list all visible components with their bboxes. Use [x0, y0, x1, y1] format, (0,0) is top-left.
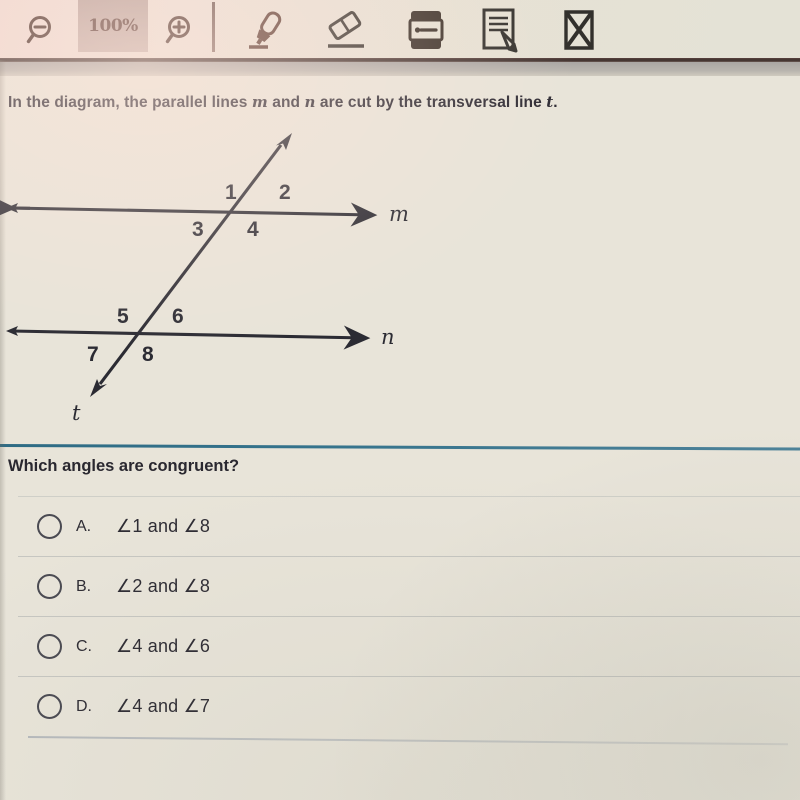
eraser-tool-button[interactable] — [318, 4, 374, 56]
line-t — [98, 144, 283, 385]
notes-icon — [482, 8, 518, 53]
choice-letter-a: A. — [76, 517, 92, 535]
choice-text-b: ∠2 and ∠8 — [116, 576, 211, 596]
angle-label-1: 1 — [225, 181, 237, 204]
angle-label-5: 5 — [117, 305, 129, 328]
radio-button-b[interactable] — [37, 574, 62, 599]
choice-text-a: ∠1 and ∠8 — [116, 516, 211, 536]
section-divider — [0, 444, 800, 451]
bottom-divider — [27, 736, 788, 746]
zoom-level-label: 100% — [88, 16, 138, 36]
cross-out-icon — [564, 10, 594, 50]
angle-label-3: 3 — [192, 218, 204, 241]
answer-choice-b[interactable]: B. ∠2 and ∠8 — [18, 556, 800, 616]
zoom-in-icon — [165, 16, 190, 44]
answer-choice-a[interactable]: A. ∠1 and ∠8 — [18, 496, 800, 556]
angle-label-8: 8 — [142, 343, 154, 366]
annotation-toolbar: 100% — [0, 0, 800, 60]
angle-label-6: 6 — [172, 305, 184, 328]
answer-prompt: Which angles are congruent? — [8, 457, 240, 475]
line-t-lower-arrow — [90, 379, 107, 397]
stem-part-3: are cut by the transversal line — [315, 94, 547, 111]
cross-out-tool-button[interactable] — [551, 4, 607, 56]
stem-line-n: n — [304, 93, 316, 111]
angle-label-4: 4 — [247, 218, 259, 241]
answer-choice-c[interactable]: C. ∠4 and ∠6 — [18, 616, 800, 676]
stem-line-m: m — [251, 93, 268, 111]
question-stem: In the diagram, the parallel lines m and… — [8, 93, 788, 112]
label-line-m: m — [389, 202, 409, 226]
choice-text-c: ∠4 and ∠6 — [116, 636, 211, 656]
notes-tool-button[interactable] — [473, 4, 529, 56]
line-n — [11, 325, 371, 350]
answer-choice-d[interactable]: D. ∠4 and ∠7 — [18, 676, 800, 736]
toolbar-divider — [212, 2, 215, 52]
choice-text-d: ∠4 and ∠7 — [116, 696, 211, 716]
highlighter-tool-button[interactable] — [238, 4, 294, 56]
stem-part-4: . — [553, 94, 558, 111]
geometry-diagram: m n t 1 2 3 4 5 6 7 8 — [0, 125, 470, 435]
choice-letter-c: C. — [76, 637, 92, 655]
label-line-n: n — [381, 325, 395, 349]
radio-button-d[interactable] — [37, 694, 62, 719]
answer-choice-list: A. ∠1 and ∠8 B. ∠2 and ∠8 C. ∠4 and ∠6 D… — [18, 496, 800, 736]
zoom-out-button[interactable] — [16, 6, 68, 54]
eraser-icon — [328, 11, 364, 48]
stem-part-2: and — [267, 94, 305, 111]
zoom-in-button[interactable] — [155, 6, 207, 54]
zoom-out-icon — [26, 16, 51, 44]
angle-label-7: 7 — [87, 343, 99, 366]
answer-eliminator-icon — [408, 11, 444, 49]
line-m — [0, 195, 378, 227]
toolbar-shadow-band — [0, 62, 800, 76]
highlighter-icon — [249, 11, 282, 49]
answer-eliminator-tool-button[interactable] — [398, 4, 454, 56]
radio-button-c[interactable] — [37, 634, 62, 659]
radio-button-a[interactable] — [37, 514, 62, 539]
stem-part-1: In the diagram, the parallel lines — [8, 94, 252, 111]
label-line-t: t — [72, 401, 81, 425]
choice-letter-b: B. — [76, 577, 92, 595]
choice-letter-d: D. — [76, 697, 92, 715]
zoom-level-button[interactable]: 100% — [78, 0, 148, 52]
angle-label-2: 2 — [279, 181, 291, 204]
